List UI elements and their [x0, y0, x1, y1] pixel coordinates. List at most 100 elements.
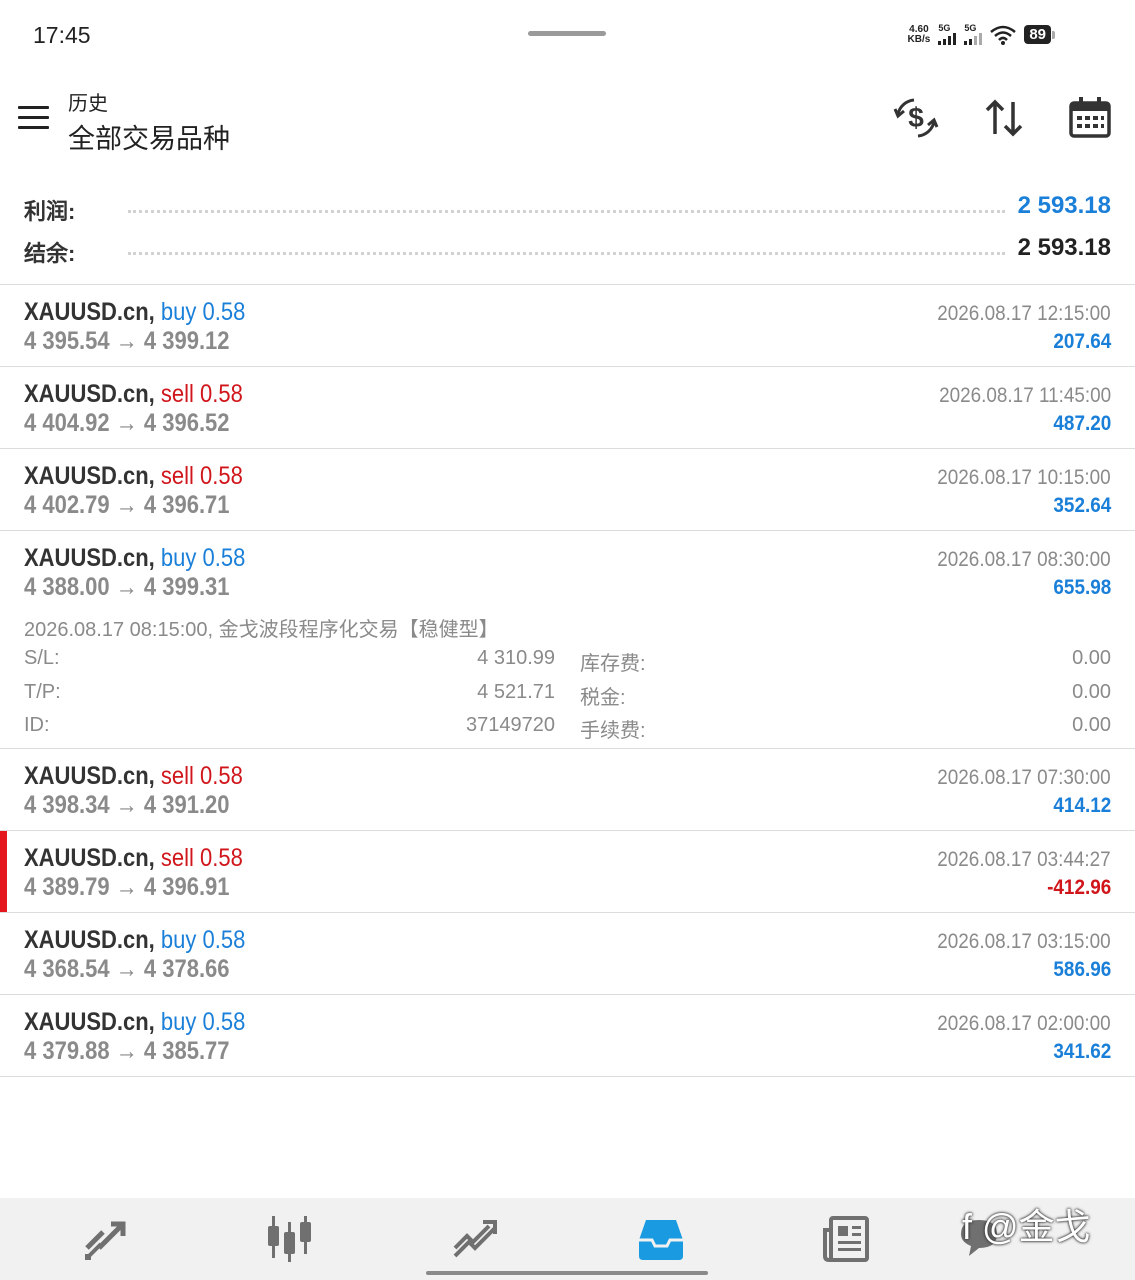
trade-row[interactable]: XAUUSD.cn, buy 0.58 4 368.54 → 4 378.66 …	[0, 913, 1135, 995]
trade-profit: -412.96	[1046, 876, 1111, 899]
trade-side: buy	[160, 298, 197, 326]
trade-profit: 586.96	[1053, 958, 1111, 981]
currency-exchange-icon[interactable]: $	[892, 94, 940, 142]
arrow-right-icon: →	[115, 955, 138, 983]
page-title[interactable]: 全部交易品种	[68, 117, 230, 156]
net-speed-value: 4.60	[909, 23, 929, 35]
trade-title: XAUUSD.cn, buy 0.58	[24, 298, 245, 327]
trade-row[interactable]: XAUUSD.cn, sell 0.58 4 404.92 → 4 396.52…	[0, 367, 1135, 449]
trade-profit: 487.20	[1053, 412, 1111, 435]
net-speed-unit: KB/s	[907, 33, 931, 45]
arrow-right-icon: →	[115, 409, 138, 437]
trade-history-list: XAUUSD.cn, buy 0.58 4 395.54 → 4 399.12 …	[0, 285, 1135, 1077]
trade-profit: 352.64	[1053, 494, 1111, 517]
balance-summary-row: 结余: 2 593.18	[0, 232, 1135, 272]
trade-symbol: XAUUSD.cn,	[24, 1008, 155, 1036]
trade-title: XAUUSD.cn, buy 0.58	[24, 926, 245, 955]
status-time: 17:45	[33, 22, 91, 48]
tp-label: T/P:	[24, 681, 61, 703]
open-price: 4 395.54	[24, 327, 110, 355]
open-price: 4 388.00	[24, 573, 110, 601]
trade-row[interactable]: XAUUSD.cn, sell 0.58 4 398.34 → 4 391.20…	[0, 749, 1135, 831]
close-price: 4 391.20	[143, 791, 230, 819]
trade-time: 2026.08.17 12:15:00	[937, 302, 1111, 325]
quotes-icon[interactable]	[81, 1214, 131, 1264]
trade-title: XAUUSD.cn, buy 0.58	[24, 544, 245, 573]
trade-volume: 0.58	[202, 544, 246, 572]
calendar-icon[interactable]	[1066, 94, 1114, 142]
signal-label-1: 5G	[938, 23, 951, 33]
detail-row: S/L: 4 310.99 库存费: 0.00	[0, 647, 1135, 677]
profit-summary-row: 利润: 2 593.18	[0, 190, 1135, 230]
id-value: 37149720	[466, 714, 555, 736]
chart-icon[interactable]	[265, 1214, 315, 1264]
app-header: 历史 全部交易品种 $	[0, 70, 1135, 180]
close-price: 4 396.71	[143, 491, 230, 519]
sl-value: 4 310.99	[477, 647, 555, 669]
trade-profit: 207.64	[1053, 330, 1111, 353]
home-gesture-handle[interactable]	[426, 1271, 708, 1275]
battery-icon: 89	[1024, 25, 1055, 44]
arrow-right-icon: →	[115, 327, 138, 355]
trade-side: sell	[160, 462, 194, 490]
trade-row[interactable]: XAUUSD.cn, buy 0.58 4 395.54 → 4 399.12 …	[0, 285, 1135, 367]
trade-symbol: XAUUSD.cn,	[24, 380, 155, 408]
detail-row: ID: 37149720 手续费: 0.00	[0, 714, 1135, 744]
trade-prices: 4 395.54 → 4 399.12	[24, 327, 230, 356]
close-price: 4 399.31	[143, 573, 230, 601]
dotted-leader	[128, 252, 1005, 255]
trade-row[interactable]: XAUUSD.cn, sell 0.58 4 402.79 → 4 396.71…	[0, 449, 1135, 531]
trade-row[interactable]: XAUUSD.cn, sell 0.58 4 389.79 → 4 396.91…	[0, 831, 1135, 913]
trade-volume: 0.58	[202, 926, 246, 954]
trade-icon[interactable]	[451, 1214, 501, 1264]
trade-title: XAUUSD.cn, sell 0.58	[24, 462, 243, 491]
trade-symbol: XAUUSD.cn,	[24, 926, 155, 954]
open-price: 4 402.79	[24, 491, 110, 519]
menu-icon[interactable]	[18, 106, 49, 130]
trade-volume: 0.58	[200, 844, 243, 872]
open-price: 4 398.34	[24, 791, 110, 819]
open-price: 4 379.88	[24, 1037, 110, 1065]
news-icon[interactable]	[821, 1214, 871, 1264]
wifi-icon	[990, 25, 1017, 45]
sl-label: S/L:	[24, 647, 60, 669]
close-price: 4 396.52	[143, 409, 230, 437]
trade-volume: 0.58	[202, 298, 246, 326]
balance-value: 2 593.18	[1009, 234, 1111, 262]
id-label: ID:	[24, 714, 50, 736]
svg-text:$: $	[908, 102, 924, 133]
trade-symbol: XAUUSD.cn,	[24, 762, 155, 790]
close-price: 4 399.12	[143, 327, 230, 355]
history-icon[interactable]	[636, 1214, 686, 1264]
swap-label: 库存费:	[580, 653, 646, 675]
top-drag-handle[interactable]	[528, 31, 606, 36]
profit-label: 利润:	[24, 199, 76, 224]
header-subtitle: 历史	[68, 93, 108, 115]
profit-value: 2 593.18	[1009, 192, 1111, 220]
trade-prices: 4 398.34 → 4 391.20	[24, 791, 230, 820]
trade-title: XAUUSD.cn, sell 0.58	[24, 380, 243, 409]
watermark-logo: f @金戈	[962, 1206, 1091, 1247]
trade-row[interactable]: XAUUSD.cn, buy 0.58 4 379.88 → 4 385.77 …	[0, 995, 1135, 1077]
trade-time: 2026.08.17 08:30:00	[937, 548, 1111, 571]
arrow-right-icon: →	[115, 791, 138, 819]
trade-volume: 0.58	[200, 762, 243, 790]
trade-time: 2026.08.17 07:30:00	[937, 766, 1111, 789]
signal-label-2: 5G	[964, 23, 977, 33]
trade-profit: 414.12	[1053, 794, 1111, 817]
fee-value: 0.00	[1072, 714, 1111, 736]
balance-label: 结余:	[24, 241, 76, 266]
tp-value: 4 521.71	[477, 681, 555, 703]
arrow-right-icon: →	[115, 1037, 138, 1065]
trade-row-expanded[interactable]: XAUUSD.cn, buy 0.58 4 388.00 → 4 399.31 …	[0, 531, 1135, 749]
arrow-right-icon: →	[115, 491, 138, 519]
open-price: 4 389.79	[24, 873, 110, 901]
open-price: 4 368.54	[24, 955, 110, 983]
trade-side: buy	[160, 926, 197, 954]
trade-title: XAUUSD.cn, sell 0.58	[24, 844, 243, 873]
trade-symbol: XAUUSD.cn,	[24, 844, 155, 872]
trade-prices: 4 404.92 → 4 396.52	[24, 409, 230, 438]
trade-time: 2026.08.17 03:15:00	[937, 930, 1111, 953]
trade-side: buy	[160, 544, 197, 572]
sort-icon[interactable]	[980, 94, 1028, 142]
